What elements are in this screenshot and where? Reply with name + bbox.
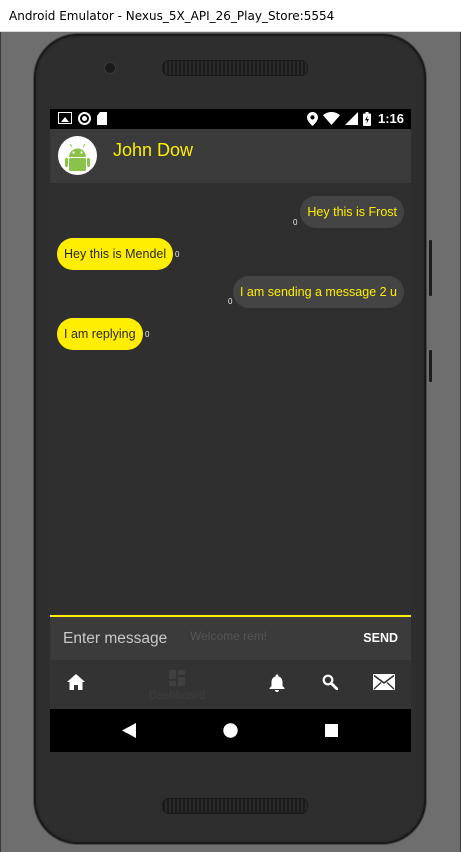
message-bubble-sent[interactable]: I am sending a message 2 u (232, 276, 404, 308)
chat-app-bar: John Dow (50, 129, 411, 183)
image-notification-icon (58, 112, 72, 124)
contact-avatar[interactable] (58, 136, 97, 175)
device-screen: 1:16 John Dow Hey this is Frost 0 Hey th… (50, 109, 411, 752)
system-navigation-bar (50, 709, 411, 752)
bottom-navigation: Dashboard (50, 660, 411, 709)
message-count: 0 (293, 218, 298, 227)
status-bar: 1:16 (50, 109, 411, 129)
message-list[interactable]: Hey this is Frost 0 Hey this is Mendel 0… (50, 183, 411, 615)
battery-charging-icon (362, 111, 371, 126)
message-bubble-sent[interactable]: Hey this is Frost (300, 196, 404, 228)
power-button[interactable] (429, 350, 432, 382)
front-camera (104, 62, 116, 74)
nav-item-search[interactable] (300, 660, 360, 709)
mail-icon (373, 674, 395, 690)
signal-icon (344, 112, 358, 125)
volume-button[interactable] (429, 240, 432, 296)
home-icon (67, 674, 85, 690)
bottom-speaker-grille (162, 798, 308, 814)
overview-square-icon[interactable] (325, 724, 338, 737)
nav-item-notifications[interactable] (247, 660, 307, 709)
nav-item-dashboard[interactable]: Dashboard (147, 660, 207, 709)
message-bubble-received[interactable]: Hey this is Mendel (57, 238, 174, 270)
message-input[interactable] (50, 617, 350, 660)
message-bubble-received[interactable]: I am replying (57, 318, 143, 350)
wifi-icon (322, 112, 340, 125)
window-title: Android Emulator - Nexus_5X_API_26_Play_… (9, 9, 335, 23)
location-icon (306, 111, 318, 126)
dashboard-icon (169, 670, 185, 686)
message-composer: Welcome rem! SEND (50, 615, 411, 660)
nav-item-messages[interactable] (354, 660, 411, 709)
window-title-bar: Android Emulator - Nexus_5X_API_26_Play_… (0, 0, 461, 32)
top-speaker-grille (162, 60, 308, 76)
message-count: 0 (145, 330, 150, 339)
send-button[interactable]: SEND (363, 631, 398, 645)
home-circle-icon[interactable] (223, 723, 238, 738)
android-robot-icon (65, 143, 90, 171)
back-icon[interactable] (122, 723, 136, 738)
bell-icon (269, 674, 285, 692)
nav-item-home[interactable] (50, 660, 106, 709)
message-count: 0 (175, 250, 180, 259)
status-time: 1:16 (377, 111, 404, 126)
nav-label-dashboard: Dashboard (148, 690, 206, 702)
contact-name[interactable]: John Dow (113, 140, 193, 161)
search-icon (322, 674, 338, 690)
record-notification-icon (78, 112, 91, 125)
sd-card-icon (97, 112, 107, 125)
message-count: 0 (228, 297, 233, 306)
